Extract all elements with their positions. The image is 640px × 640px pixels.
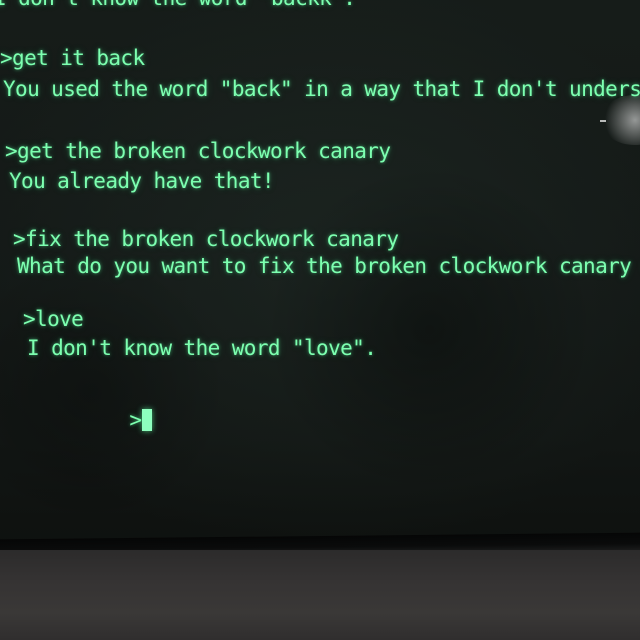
command-line-get-canary: >get the broken clockwork canary bbox=[5, 139, 391, 163]
output-line-fix-with: What do you want to fix the broken clock… bbox=[17, 254, 640, 278]
command-prompt[interactable]: > bbox=[33, 384, 153, 456]
prompt-symbol: > bbox=[129, 408, 142, 432]
text-cursor bbox=[142, 409, 153, 431]
monitor-bezel bbox=[0, 550, 640, 640]
output-line-unknown-love: I don't know the word "love". bbox=[27, 336, 377, 360]
command-line-love: >love bbox=[23, 307, 84, 331]
terminal-output[interactable]: I don't know the word "backk". >get it b… bbox=[0, 0, 640, 548]
output-line-back-word: You used the word "back" in a way that I… bbox=[3, 77, 640, 101]
output-line-unknown-word: I don't know the word "backk". bbox=[0, 0, 356, 10]
command-line-get-it-back: >get it back bbox=[0, 46, 145, 70]
crt-screen: I don't know the word "backk". >get it b… bbox=[0, 0, 640, 548]
command-line-fix-canary: >fix the broken clockwork canary bbox=[13, 227, 399, 251]
output-line-already-have: You already have that! bbox=[9, 169, 275, 193]
crt-photo: I don't know the word "backk". >get it b… bbox=[0, 0, 640, 640]
